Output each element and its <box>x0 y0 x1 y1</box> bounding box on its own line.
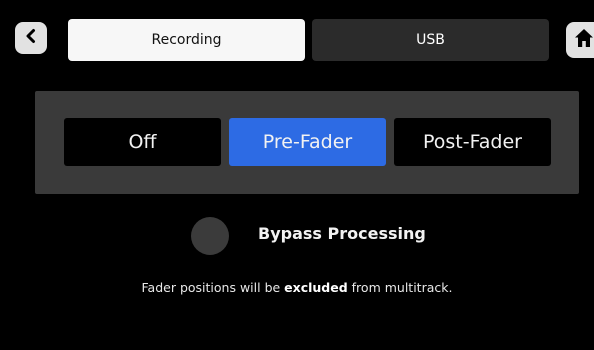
home-button[interactable] <box>566 22 594 58</box>
tab-usb[interactable]: USB <box>312 19 549 61</box>
tap-option-post-fader-label: Post-Fader <box>423 131 522 153</box>
chevron-left-icon <box>23 28 39 48</box>
tab-recording[interactable]: Recording <box>68 19 305 61</box>
tab-usb-label: USB <box>416 32 445 48</box>
tap-option-pre-fader[interactable]: Pre-Fader <box>229 118 386 166</box>
tap-option-post-fader[interactable]: Post-Fader <box>394 118 551 166</box>
info-text-before: Fader positions will be <box>141 280 285 295</box>
tap-point-panel: Off Pre-Fader Post-Fader <box>35 91 579 194</box>
home-icon <box>573 27 594 53</box>
info-message: Fader positions will be excluded from mu… <box>0 280 594 295</box>
info-text-after: from multitrack. <box>347 280 453 295</box>
back-button[interactable] <box>15 22 47 54</box>
tap-option-off-label: Off <box>128 131 157 153</box>
tap-option-off[interactable]: Off <box>64 118 221 166</box>
tab-recording-label: Recording <box>151 32 222 48</box>
bypass-processing-label: Bypass Processing <box>258 224 426 243</box>
info-emphasis: excluded <box>284 280 348 295</box>
bypass-processing-toggle[interactable] <box>191 217 229 255</box>
tap-option-pre-fader-label: Pre-Fader <box>262 131 353 153</box>
